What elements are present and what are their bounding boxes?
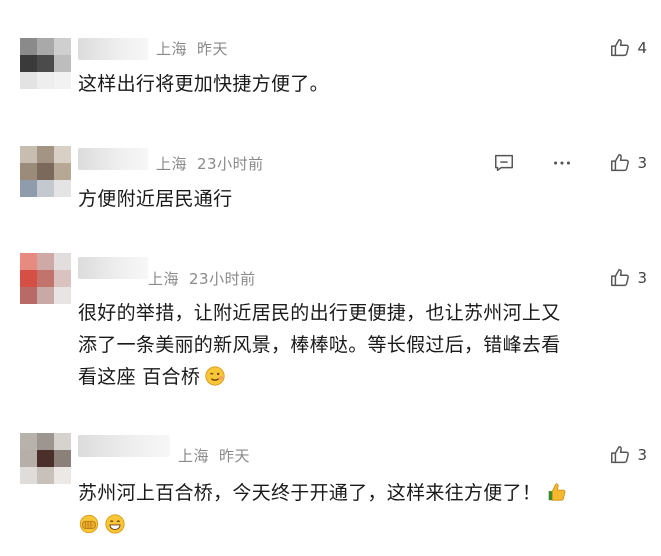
comment-text-line: 看这座 百合桥 [78,361,637,393]
comment-actions: 3 [609,443,647,467]
thumbs-up-outline-icon[interactable] [609,152,631,174]
avatar[interactable] [20,433,72,485]
username-blurred[interactable] [78,435,170,457]
comment-item: 上海 23小时前 方便附近居民通行 3 [0,120,661,235]
location-label: 上海 [178,447,210,465]
comment-text-line: 添了一条美丽的新风景，棒棒哒。等长假过后，错峰去看 [78,334,561,356]
username-blurred[interactable] [78,257,148,279]
comment-actions: 3 [493,151,647,175]
comment-meta: 上海 23小时前 [156,153,264,174]
thumbs-up-outline-icon[interactable] [609,37,631,59]
thumbs-up-outline-icon[interactable] [609,267,631,289]
location-label: 上海 [156,40,188,58]
username-blurred[interactable] [78,148,148,170]
comment-text: 方便附近居民通行 [78,183,637,215]
like-count: 3 [637,154,647,172]
like-count: 3 [637,269,647,287]
like-count: 4 [637,39,647,57]
more-dots-icon[interactable] [551,152,573,174]
comment-text-line: 这样出行将更加快捷方便了。 [78,73,329,95]
comment-item: 上海 昨天 苏州河上百合桥，今天终于开通了，这样来往方便了！ 3 [0,425,661,556]
avatar[interactable] [20,38,72,90]
grin-emoji-icon [104,513,126,535]
fist-emoji-icon [78,513,100,535]
comment-text: 苏州河上百合桥，今天终于开通了，这样来往方便了！ [78,477,649,541]
comment-text-line [78,509,649,541]
comment-meta: 上海 昨天 [178,445,250,466]
thumbs-up-outline-icon[interactable] [609,444,631,466]
comment-bubble-icon[interactable] [493,152,515,174]
comment-meta: 上海 23小时前 [148,268,256,289]
comment-meta: 上海 昨天 [156,38,228,59]
location-label: 上海 [156,155,188,173]
comment-item: 上海 昨天 这样出行将更加快捷方便了。 4 [0,0,661,120]
avatar[interactable] [20,146,72,198]
username-blurred[interactable] [78,38,148,60]
comment-actions: 4 [609,36,647,60]
comment-text-line: 方便附近居民通行 [78,188,233,210]
like-count: 3 [637,446,647,464]
comment-actions: 3 [609,266,647,290]
wink-emoji-icon [204,365,226,387]
location-label: 上海 [148,270,180,288]
time-label: 23小时前 [197,155,264,173]
time-label: 23小时前 [189,270,256,288]
comment-text: 很好的举措，让附近居民的出行更便捷，也让苏州河上又 添了一条美丽的新风景，棒棒哒… [78,297,637,393]
time-label: 昨天 [197,40,229,58]
time-label: 昨天 [219,447,251,465]
comment-text-line: 苏州河上百合桥，今天终于开通了，这样来往方便了！ [78,477,649,509]
comment-text-line: 很好的举措，让附近居民的出行更便捷，也让苏州河上又 [78,302,561,324]
thumbs-up-emoji-icon [545,481,567,503]
comment-text: 这样出行将更加快捷方便了。 [78,68,637,100]
comment-item: 上海 23小时前 很好的举措，让附近居民的出行更便捷，也让苏州河上又 添了一条美丽… [0,235,661,425]
avatar[interactable] [20,253,72,305]
